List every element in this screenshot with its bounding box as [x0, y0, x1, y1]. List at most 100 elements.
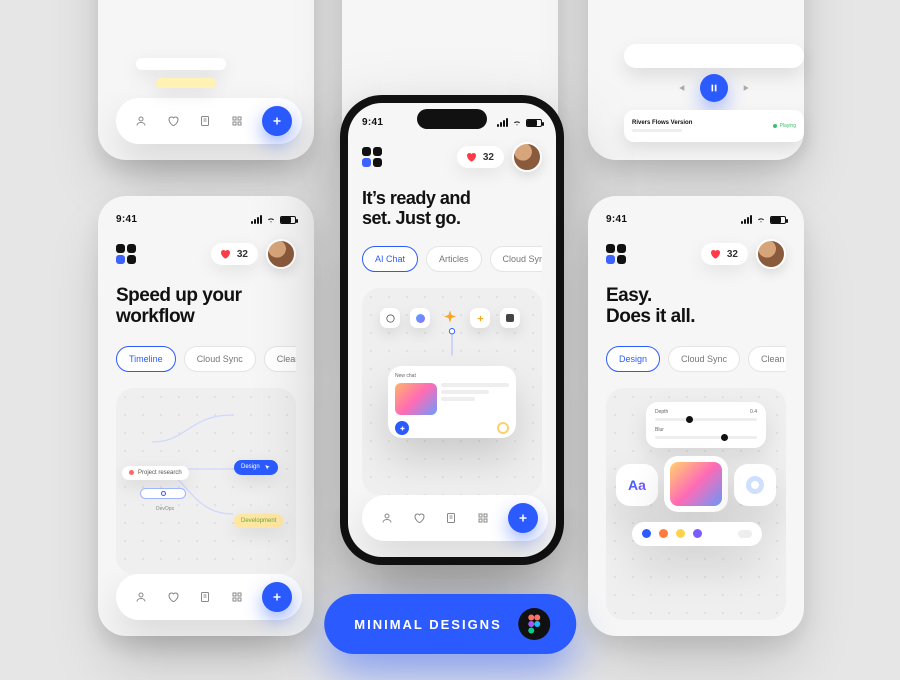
partial-card-top-right: Rivers Flows Version Playing [588, 0, 804, 160]
chat-window-card[interactable]: New chat [388, 366, 516, 438]
note-icon[interactable] [444, 511, 458, 525]
node-devops-label: DevOps [156, 506, 174, 512]
chip-row: AI Chat Articles Cloud Sync Clea [362, 246, 542, 272]
note-icon[interactable] [198, 590, 212, 604]
status-time: 9:41 [362, 117, 383, 128]
figma-icon [518, 608, 550, 640]
heart-icon [709, 248, 721, 260]
app-logo[interactable] [362, 147, 382, 167]
user-icon[interactable] [134, 590, 148, 604]
partial-card-top-left [98, 0, 314, 160]
heart-icon[interactable] [166, 590, 180, 604]
chip-row: Timeline Cloud Sync Clean up Ar [116, 346, 296, 372]
typography-card[interactable]: Aa [616, 464, 658, 506]
status-ring-icon [497, 422, 509, 434]
battery-icon [770, 216, 786, 224]
screen-card-right: 9:41 32 Easy.Does it all. Design Cloud S… [588, 196, 804, 636]
avatar[interactable] [512, 142, 542, 172]
add-icon[interactable] [395, 421, 409, 435]
app-logo[interactable] [606, 244, 626, 264]
cursor-icon [264, 464, 271, 471]
hero-title: Easy.Does it all. [606, 285, 786, 328]
gradient-thumb [395, 383, 437, 415]
grid-icon[interactable] [476, 511, 490, 525]
chip-cloud-sync[interactable]: Cloud Sync [490, 246, 542, 272]
like-count: 32 [483, 152, 494, 163]
signal-icon [741, 215, 752, 224]
phone-frame: 9:41 32 It’s ready andset. J [340, 95, 564, 565]
heart-icon [465, 151, 477, 163]
status-time: 9:41 [606, 214, 627, 225]
wifi-icon [511, 118, 523, 127]
signal-icon [497, 118, 508, 127]
hero-title: It’s ready andset. Just go. [362, 188, 542, 228]
add-button[interactable] [262, 582, 292, 612]
grid-icon[interactable] [230, 590, 244, 604]
heart-icon[interactable] [412, 511, 426, 525]
note-icon[interactable] [198, 114, 212, 128]
screen-card-center: 9:41 32 It’s ready andset. J [348, 103, 556, 557]
prev-icon[interactable] [676, 83, 686, 93]
palette-card[interactable] [632, 522, 762, 546]
media-controls [676, 74, 752, 102]
heart-icon [219, 248, 231, 260]
user-icon[interactable] [380, 511, 394, 525]
ring-card[interactable] [734, 464, 776, 506]
like-pill[interactable]: 32 [211, 243, 258, 265]
now-playing-card[interactable]: Rivers Flows Version Playing [624, 110, 804, 142]
aa-label: Aa [628, 477, 646, 493]
next-icon[interactable] [742, 83, 752, 93]
bottom-dock [116, 574, 302, 620]
status-bar: 9:41 [606, 214, 786, 225]
battery-icon [280, 216, 296, 224]
grid-icon[interactable] [230, 114, 244, 128]
play-pause-button[interactable] [700, 74, 728, 102]
decoration [632, 129, 682, 132]
illustration-design: Depth0.4 Blur Aa [606, 388, 786, 620]
sliders-card[interactable]: Depth0.4 Blur [646, 402, 766, 448]
wifi-icon [265, 215, 277, 224]
node-root[interactable]: Project research [122, 466, 189, 480]
chip-clean-up[interactable]: Clean up [748, 346, 786, 372]
app-logo[interactable] [116, 244, 136, 264]
chip-ai-chat[interactable]: AI Chat [362, 246, 418, 272]
placeholder-node [156, 78, 216, 88]
battery-icon [526, 119, 542, 127]
bottom-dock [116, 98, 302, 144]
gradient-card[interactable] [664, 456, 728, 512]
illustration-ai-chat: New chat [362, 288, 542, 495]
chip-timeline[interactable]: Timeline [116, 346, 176, 372]
avatar[interactable] [266, 239, 296, 269]
add-button[interactable] [508, 503, 538, 533]
hero-title: Speed up yourworkflow [116, 285, 296, 328]
like-pill[interactable]: 32 [457, 146, 504, 168]
chip-cloud-sync[interactable]: Cloud Sync [668, 346, 740, 372]
node-outline[interactable] [140, 488, 186, 499]
track-title: Rivers Flows Version [632, 120, 692, 126]
phone-notch [417, 109, 487, 129]
chip-articles[interactable]: Articles [426, 246, 482, 272]
bottom-dock [362, 495, 548, 541]
status-time: 9:41 [116, 214, 137, 225]
banner-pill[interactable]: MINIMAL DESIGNS [324, 594, 576, 654]
signal-icon [251, 215, 262, 224]
chip-cloud-sync[interactable]: Cloud Sync [184, 346, 256, 372]
heart-icon[interactable] [166, 114, 180, 128]
playing-state: Playing [773, 123, 796, 129]
media-progress [624, 44, 804, 68]
illustration-mindmap: Project research DevOps Design Developme… [116, 388, 296, 574]
chip-design[interactable]: Design [606, 346, 660, 372]
node-development[interactable]: Development [234, 514, 283, 528]
node-design[interactable]: Design [234, 460, 278, 475]
banner-text: MINIMAL DESIGNS [354, 617, 502, 632]
placeholder-node [136, 58, 226, 70]
wifi-icon [755, 215, 767, 224]
like-count: 32 [727, 249, 738, 260]
add-button[interactable] [262, 106, 292, 136]
chip-clean-up[interactable]: Clean up [264, 346, 296, 372]
avatar[interactable] [756, 239, 786, 269]
user-icon[interactable] [134, 114, 148, 128]
status-bar: 9:41 [116, 214, 296, 225]
like-pill[interactable]: 32 [701, 243, 748, 265]
screen-card-left: 9:41 32 Speed up yourworkflow Timeline C… [98, 196, 314, 636]
